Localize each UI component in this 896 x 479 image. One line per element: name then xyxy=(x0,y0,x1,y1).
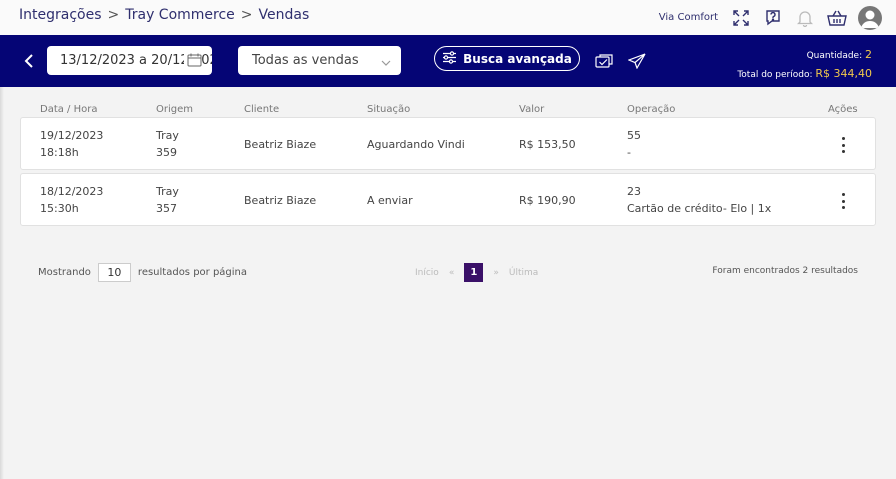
period-summary: Quantidade: 2 Total do período: R$ 344,4… xyxy=(737,46,872,84)
date-range-input[interactable]: 13/12/2023 a 20/12/2023 xyxy=(47,46,212,75)
cell-origin-name: Tray xyxy=(156,129,179,142)
column-header-date: Data / Hora xyxy=(40,104,98,115)
last-page-link[interactable]: Última xyxy=(509,268,538,278)
showing-label: Mostrando xyxy=(38,267,91,278)
cell-operation: 55 - xyxy=(627,127,641,161)
cell-status: Aguardando Vindi xyxy=(367,138,465,151)
sales-filter-select[interactable]: Todas as vendas xyxy=(238,46,401,75)
pagination: Início « 1 » Última xyxy=(415,263,538,282)
row-actions-menu-icon[interactable] xyxy=(838,193,848,209)
quantity-label: Quantidade: xyxy=(806,51,863,61)
back-arrow-icon[interactable] xyxy=(20,51,38,71)
table-row[interactable]: 19/12/2023 18:18h Tray 359 Beatriz Biaze… xyxy=(20,117,876,170)
cell-datetime: 18/12/2023 15:30h xyxy=(40,183,103,217)
table-header: Data / Hora Origem Cliente Situação Valo… xyxy=(0,104,896,118)
total-label: Total do período: xyxy=(737,70,813,80)
cell-origin: Tray 357 xyxy=(156,183,179,217)
row-actions-menu-icon[interactable] xyxy=(838,137,848,153)
prev-page-link[interactable]: « xyxy=(449,268,455,278)
column-header-actions: Ações xyxy=(828,104,858,115)
cell-client: Beatriz Biaze xyxy=(244,138,317,151)
per-page-suffix: resultados por página xyxy=(137,267,248,278)
per-page-input[interactable]: 10 xyxy=(97,263,131,282)
breadcrumb: Integrações > Tray Commerce > Vendas xyxy=(19,7,309,23)
bell-icon[interactable] xyxy=(794,7,816,29)
send-icon[interactable] xyxy=(627,52,647,70)
export-icon[interactable] xyxy=(594,52,614,70)
cell-origin-id: 359 xyxy=(156,146,177,159)
cell-client: Beatriz Biaze xyxy=(244,194,317,207)
column-header-operation: Operação xyxy=(627,104,676,115)
top-right-actions: Via Comfort xyxy=(659,4,882,31)
cell-operation-id: 23 xyxy=(627,185,641,198)
breadcrumb-tray-commerce[interactable]: Tray Commerce xyxy=(125,7,235,23)
sales-filter-value: Todas as vendas xyxy=(252,53,359,68)
breadcrumb-integracoes[interactable]: Integrações xyxy=(19,7,102,23)
user-icon[interactable] xyxy=(858,5,882,30)
column-header-origin: Origem xyxy=(156,104,194,115)
cell-operation-detail: - xyxy=(627,146,631,159)
cell-status: A enviar xyxy=(367,194,413,207)
advanced-search-label: Busca avançada xyxy=(463,51,572,66)
breadcrumb-separator: > xyxy=(107,7,120,23)
cell-datetime: 19/12/2023 18:18h xyxy=(40,127,103,161)
breadcrumb-vendas: Vendas xyxy=(258,7,310,23)
table-row[interactable]: 18/12/2023 15:30h Tray 357 Beatriz Biaze… xyxy=(20,173,876,226)
column-header-status: Situação xyxy=(367,104,411,115)
cell-date: 18/12/2023 xyxy=(40,185,104,198)
chevron-down-icon xyxy=(381,56,391,71)
cell-origin-id: 357 xyxy=(156,202,177,215)
cell-origin-name: Tray xyxy=(156,185,179,198)
store-name[interactable]: Via Comfort xyxy=(659,12,718,23)
total-value: R$ 344,40 xyxy=(815,67,872,80)
cell-operation: 23 Cartão de crédito- Elo | 1x xyxy=(627,183,771,217)
filter-bar: 13/12/2023 a 20/12/2023 Todas as vendas … xyxy=(0,35,896,87)
cell-value: R$ 153,50 xyxy=(519,138,576,151)
top-bar: Integrações > Tray Commerce > Vendas Via Com… xyxy=(0,0,896,35)
cell-origin: Tray 359 xyxy=(156,127,179,161)
advanced-search-button[interactable]: Busca avançada xyxy=(434,46,580,71)
first-page-link[interactable]: Início xyxy=(415,268,439,278)
help-chat-icon[interactable] xyxy=(762,7,784,29)
cell-time: 18:18h xyxy=(40,146,79,159)
calendar-icon[interactable] xyxy=(184,53,202,71)
next-page-link[interactable]: » xyxy=(493,268,499,278)
page-1-button[interactable]: 1 xyxy=(464,263,484,282)
quantity-value: 2 xyxy=(865,48,872,61)
basket-icon[interactable] xyxy=(826,7,848,29)
cell-time: 15:30h xyxy=(40,202,79,215)
left-edge-shadow xyxy=(0,87,4,479)
results-count: Foram encontrados 2 resultados xyxy=(712,266,858,276)
per-page-control: Mostrando 10 resultados por página xyxy=(38,263,247,282)
cell-value: R$ 190,90 xyxy=(519,194,576,207)
cell-operation-detail: Cartão de crédito- Elo | 1x xyxy=(627,202,772,215)
sliders-icon xyxy=(442,50,457,67)
expand-icon[interactable] xyxy=(730,7,752,29)
cell-date: 19/12/2023 xyxy=(40,129,104,142)
column-header-value: Valor xyxy=(519,104,545,115)
column-header-client: Cliente xyxy=(244,104,280,115)
breadcrumb-separator: > xyxy=(240,7,253,23)
cell-operation-id: 55 xyxy=(627,129,641,142)
